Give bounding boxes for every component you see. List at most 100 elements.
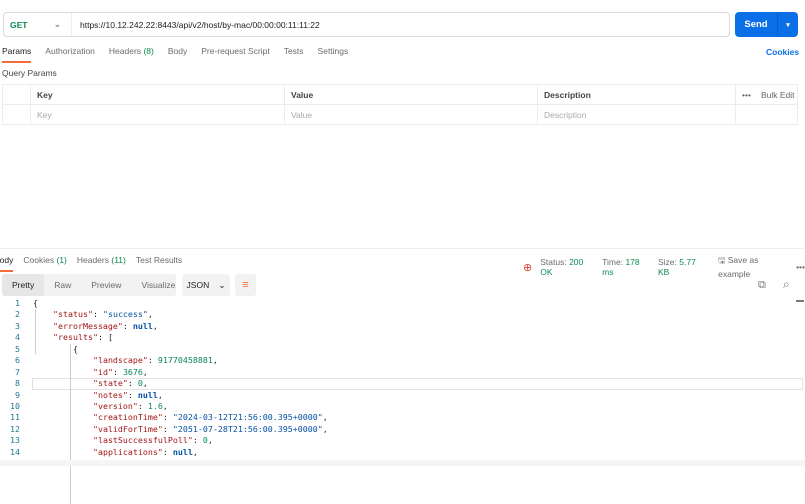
col-description: Description bbox=[537, 84, 736, 105]
empty-cell bbox=[735, 104, 798, 125]
token: : [ bbox=[97, 332, 113, 343]
code-line: 2 "status": "success", bbox=[0, 309, 805, 320]
code-text: "creationTime": "2024-03-12T21:56:00.395… bbox=[20, 412, 328, 423]
code-text: "notes": null, bbox=[20, 390, 163, 401]
code-text: "status": "success", bbox=[20, 309, 153, 320]
value-input[interactable]: Value bbox=[284, 104, 538, 125]
response-meta: ⊕ Status: 200 OK Time: 178 ms Size: 5.77… bbox=[523, 255, 805, 279]
token: , bbox=[157, 389, 163, 400]
line-number: 1 bbox=[15, 298, 20, 308]
line-number: 2 bbox=[15, 309, 20, 320]
token: 1.6 bbox=[147, 400, 163, 411]
code-text: "state": 0, bbox=[20, 378, 148, 389]
checkbox-cell[interactable] bbox=[2, 104, 31, 125]
chevron-down-icon: ⌄ bbox=[53, 19, 61, 29]
bulk-edit-button[interactable]: Bulk Edit bbox=[761, 90, 795, 100]
code-line: 13 "lastSuccessfulPoll": 0, bbox=[0, 435, 805, 446]
tab-authorization[interactable]: Authorization bbox=[45, 46, 95, 63]
tab-headers[interactable]: Headers (8) bbox=[109, 46, 154, 63]
token: : bbox=[112, 366, 123, 377]
cookies-link[interactable]: Cookies bbox=[766, 47, 799, 57]
code-text: "id": 3676, bbox=[20, 367, 148, 378]
token: : bbox=[162, 423, 173, 434]
token: { bbox=[33, 298, 38, 308]
send-label[interactable]: Send bbox=[735, 12, 778, 37]
token: "2051-07-28T21:56:00.395+0000" bbox=[172, 423, 323, 434]
view-raw[interactable]: Raw bbox=[44, 274, 81, 296]
token: : bbox=[192, 435, 203, 446]
res-tab-cookies[interactable]: Cookies (1) bbox=[23, 255, 66, 272]
code-text: { bbox=[20, 298, 38, 309]
globe-error-icon[interactable]: ⊕ bbox=[523, 261, 532, 274]
token: "lastSuccessfulPoll" bbox=[92, 435, 193, 446]
query-params-title: Query Params bbox=[2, 68, 57, 78]
save-as-example-button[interactable]: 🖫 Save as example bbox=[718, 255, 788, 279]
token: "success" bbox=[102, 309, 148, 320]
url-input[interactable]: https://10.12.242.22:8443/api/v2/host/by… bbox=[72, 20, 320, 30]
line-number: 14 bbox=[10, 446, 20, 457]
token: , bbox=[142, 378, 148, 389]
token: : bbox=[122, 320, 133, 331]
more-icon[interactable]: ••• bbox=[796, 262, 805, 272]
token: , bbox=[212, 355, 218, 366]
url-bar: GET ⌄ https://10.12.242.22:8443/api/v2/ho… bbox=[3, 12, 730, 37]
more-icon[interactable]: ••• bbox=[742, 90, 751, 100]
description-input[interactable]: Description bbox=[537, 104, 736, 125]
token: "id" bbox=[92, 366, 113, 377]
code-text: "version": 1.6, bbox=[20, 401, 168, 412]
tab-label: Body bbox=[167, 46, 188, 56]
send-button[interactable]: Send ▾ bbox=[735, 12, 798, 37]
tab-body[interactable]: Body bbox=[168, 46, 187, 63]
size-label: Size: bbox=[657, 257, 677, 267]
tab-tests[interactable]: Tests bbox=[284, 46, 304, 63]
tab-label: Authorization bbox=[45, 46, 95, 56]
key-input[interactable]: Key bbox=[30, 104, 285, 125]
code-line: 7 "id": 3676, bbox=[0, 367, 805, 378]
view-pretty[interactable]: Pretty bbox=[2, 274, 45, 296]
res-tab-headers[interactable]: Headers (11) bbox=[77, 255, 126, 272]
view-visualize[interactable]: Visualize bbox=[131, 274, 185, 296]
res-tab-test-results[interactable]: Test Results bbox=[136, 255, 182, 272]
code-text: "applications": null, bbox=[20, 447, 198, 458]
token: : bbox=[127, 389, 138, 400]
chevron-down-icon[interactable]: ▾ bbox=[778, 21, 798, 29]
res-tab-body[interactable]: Body bbox=[0, 255, 14, 272]
status: Status: 200 OK bbox=[540, 257, 594, 277]
code-text: "results": [ bbox=[20, 332, 113, 343]
search-icon[interactable]: ⌕ bbox=[783, 277, 790, 292]
bottom-scrollbar[interactable] bbox=[0, 460, 805, 466]
col-value: Value bbox=[284, 84, 538, 105]
checkbox-cell bbox=[2, 84, 31, 105]
response-body-editor[interactable]: 1 {2 "status": "success", 3 "errorMessage"… bbox=[0, 298, 805, 504]
token: : bbox=[162, 446, 173, 457]
code-line: 3 "errorMessage": null, bbox=[0, 321, 805, 332]
tab-label: Test Results bbox=[135, 255, 183, 265]
token: "creationTime" bbox=[92, 412, 163, 423]
wrap-lines-icon[interactable]: ≡ bbox=[235, 274, 256, 296]
token: : bbox=[127, 378, 138, 389]
tab-pre-request-script[interactable]: Pre-request Script bbox=[201, 46, 270, 63]
line-number: 13 bbox=[10, 435, 20, 446]
tab-label: Pre-request Script bbox=[201, 46, 270, 56]
token: null bbox=[132, 320, 153, 331]
view-preview[interactable]: Preview bbox=[81, 274, 131, 296]
token: : bbox=[147, 355, 158, 366]
tab-params[interactable]: Params bbox=[2, 46, 32, 63]
code-line: 12 "validForTime": "2051-07-28T21:56:00.… bbox=[0, 424, 805, 435]
token: 91770458881 bbox=[157, 355, 213, 366]
save-label: Save as example bbox=[718, 255, 759, 279]
token: "version" bbox=[92, 400, 138, 411]
line-number: 4 bbox=[15, 332, 20, 343]
tab-label: Params bbox=[2, 46, 32, 56]
copy-icon[interactable]: ⧉ bbox=[758, 279, 766, 292]
indent-guide bbox=[35, 309, 36, 355]
token: null bbox=[172, 446, 193, 457]
format-select[interactable]: JSON ⌄ bbox=[182, 274, 230, 296]
token: "landscape" bbox=[92, 355, 148, 366]
line-number: 5 bbox=[15, 343, 20, 354]
tab-count: (11) bbox=[111, 255, 126, 265]
method-select[interactable]: GET ⌄ bbox=[4, 13, 72, 36]
token: , bbox=[152, 320, 158, 331]
method-label: GET bbox=[10, 19, 28, 30]
tab-settings[interactable]: Settings bbox=[318, 46, 349, 63]
